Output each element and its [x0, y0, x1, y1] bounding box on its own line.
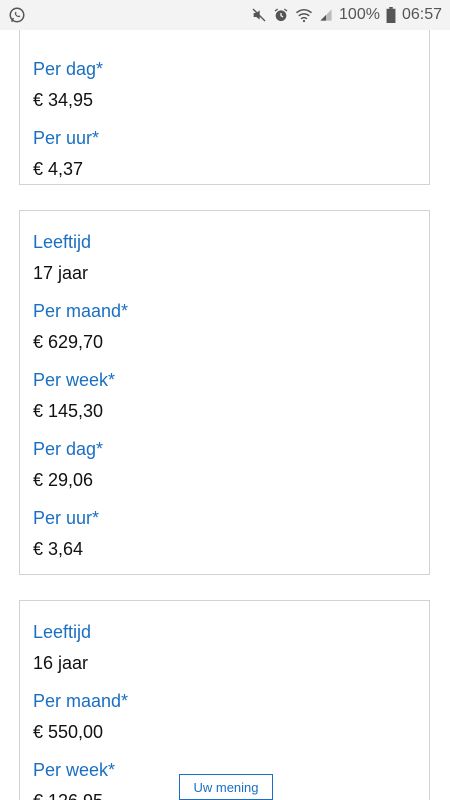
per-month-value: € 550,00: [33, 722, 104, 742]
signal-icon: [319, 8, 333, 22]
wifi-icon: [295, 7, 313, 23]
per-week-value: € 145,30: [33, 401, 104, 421]
per-month-value: € 629,70: [33, 332, 104, 352]
per-hour-label: Per uur*: [33, 128, 100, 148]
feedback-button[interactable]: Uw mening: [179, 774, 273, 800]
age-label: Leeftijd: [33, 622, 92, 642]
per-hour-value: € 4,37: [33, 159, 84, 179]
per-day-value: € 29,06: [33, 470, 94, 490]
salary-list: Per dag* € 34,95 Per uur* € 4,37 Leeftij…: [0, 30, 450, 800]
per-week-value: € 126,95: [33, 791, 103, 800]
salary-card: Per dag* € 34,95 Per uur* € 4,37: [19, 30, 430, 185]
per-month-label: Per maand*: [33, 301, 129, 321]
age-value: 17 jaar: [33, 263, 89, 283]
salary-card: Leeftijd 16 jaar Per maand* € 550,00 Per…: [19, 600, 430, 800]
whatsapp-icon: [8, 6, 26, 24]
salary-card: Leeftijd 17 jaar Per maand* € 629,70 Per…: [19, 210, 430, 575]
per-week-label: Per week*: [33, 370, 116, 390]
per-hour-value: € 3,64: [33, 539, 84, 559]
per-day-label: Per dag*: [33, 59, 104, 79]
battery-percentage: 100%: [339, 6, 380, 23]
per-day-label: Per dag*: [33, 439, 104, 459]
per-day-value: € 34,95: [33, 90, 94, 110]
battery-icon: [386, 7, 396, 23]
per-month-label: Per maand*: [33, 691, 129, 711]
per-week-label: Per week*: [33, 760, 116, 780]
clock: 06:57: [401, 6, 442, 23]
mute-icon: [251, 7, 267, 23]
per-hour-label: Per uur*: [33, 508, 100, 528]
age-label: Leeftijd: [33, 232, 92, 252]
status-bar: 100% 06:57: [0, 0, 450, 30]
alarm-icon: [273, 7, 289, 23]
age-value: 16 jaar: [33, 653, 89, 673]
